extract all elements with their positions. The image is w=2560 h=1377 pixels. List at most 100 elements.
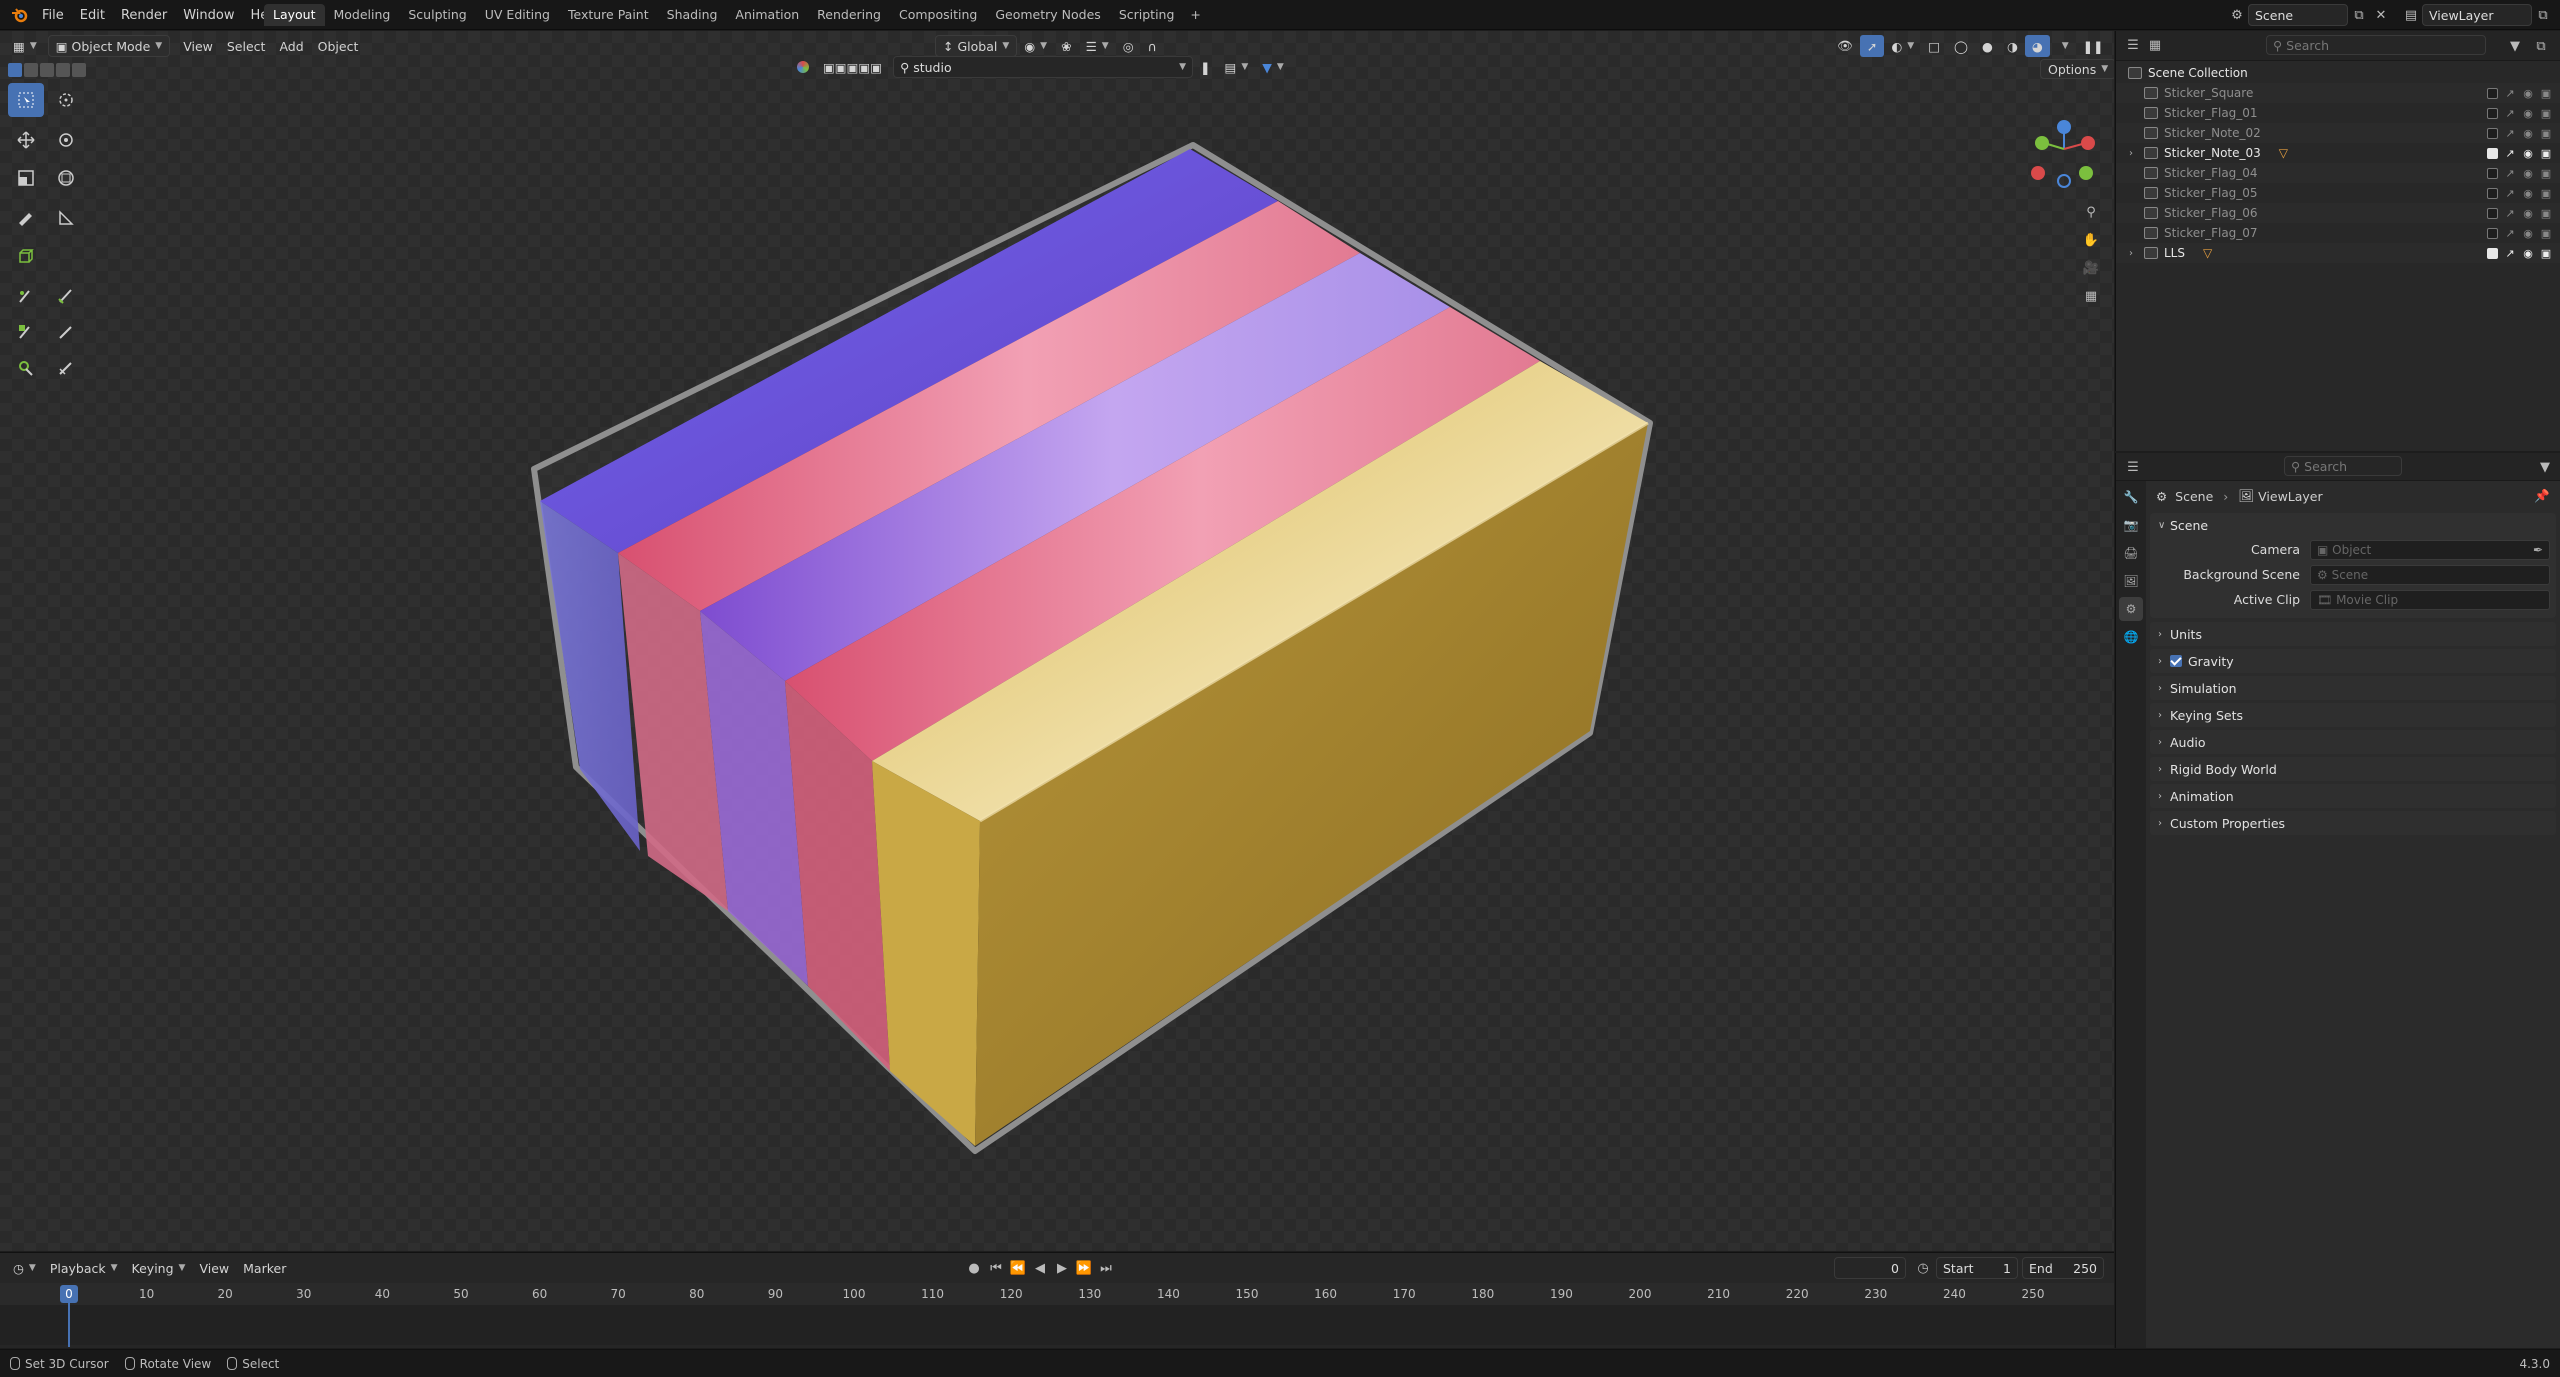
3d-viewport[interactable]: ▦ ▼ ▣ Object Mode ▼ View Select Add Object… [0,31,2114,1251]
tab-compositing[interactable]: Compositing [890,4,986,26]
menu-playback[interactable]: Playback ▼ [43,1257,125,1279]
clock-icon[interactable]: ◷ [1912,1257,1934,1279]
include-checkbox[interactable] [2487,207,2498,219]
tool-tab-icon[interactable]: 🔧 [2119,485,2143,509]
tab-animation[interactable]: Animation [726,4,808,26]
outliner-item[interactable]: › LLS ▽ ↗ ◉ ▣ [2116,243,2560,263]
expand-arrow-icon[interactable]: › [2124,248,2138,259]
include-checkbox[interactable] [2487,87,2498,99]
jump-end-icon[interactable]: ⏭ [1095,1257,1117,1279]
eye-icon[interactable]: ◉ [2522,127,2534,140]
menu-render[interactable]: Render [113,8,175,23]
zoom-icon[interactable]: ⚲ [2080,201,2102,223]
render-camera-icon[interactable]: ▣ [2540,227,2552,240]
render-camera-icon[interactable]: ▣ [2540,87,2552,100]
tab-modeling[interactable]: Modeling [325,4,400,26]
render-camera-icon[interactable]: ▣ [2540,247,2552,260]
axis-neg-x-icon[interactable] [2031,166,2045,180]
end-frame-field[interactable]: End 250 [2022,1257,2104,1279]
camera-view-icon[interactable]: 🎥 [2080,257,2102,279]
render-camera-icon[interactable]: ▣ [2540,127,2552,140]
menu-file[interactable]: File [34,8,72,23]
eye-icon[interactable]: ◉ [2522,227,2534,240]
scene-collection-row[interactable]: Scene Collection [2116,63,2560,83]
selectable-icon[interactable]: ↗ [2504,247,2516,260]
display-mode-icon[interactable]: ▦ [2144,35,2166,57]
outliner-item[interactable]: Sticker_Flag_05 ↗ ◉ ▣ [2116,183,2560,203]
selectable-icon[interactable]: ↗ [2504,227,2516,240]
render-camera-icon[interactable]: ▣ [2540,147,2552,160]
perspective-grid-icon[interactable]: ▦ [2080,285,2102,307]
axis-x-icon[interactable] [2081,136,2095,150]
selectable-icon[interactable]: ↗ [2504,187,2516,200]
eye-icon[interactable]: ◉ [2522,247,2534,260]
selectable-icon[interactable]: ↗ [2504,127,2516,140]
world-tab-icon[interactable]: 🌐 [2119,625,2143,649]
scene-name-field[interactable]: Scene [2248,4,2348,26]
custom-properties-subpanel[interactable]: › Custom Properties [2150,811,2556,835]
tab-sculpting[interactable]: Sculpting [399,4,475,26]
menu-window[interactable]: Window [175,8,242,23]
camera-field[interactable]: ▣ Object ✒ [2310,539,2550,560]
eye-icon[interactable]: ◉ [2522,147,2534,160]
play-icon[interactable]: ▶ [1051,1257,1073,1279]
output-tab-icon[interactable]: 🖨 [2119,541,2143,565]
active-clip-field[interactable]: 🎞 Movie Clip [2310,589,2550,610]
play-reverse-icon[interactable]: ◀ [1029,1257,1051,1279]
menu-keying[interactable]: Keying ▼ [125,1257,193,1279]
selectable-icon[interactable]: ↗ [2504,167,2516,180]
delete-scene-icon[interactable]: ✕ [2370,4,2392,26]
new-collection-icon[interactable]: ⧉ [2530,35,2552,57]
timeline-editor-icon[interactable]: ◷ ▼ [6,1257,43,1279]
jump-start-icon[interactable]: ⏮ [985,1257,1007,1279]
prev-keyframe-icon[interactable]: ⏪ [1007,1257,1029,1279]
keying-sets-subpanel[interactable]: › Keying Sets [2150,703,2556,727]
new-viewlayer-icon[interactable]: ⧉ [2532,4,2554,26]
blender-logo-icon[interactable] [10,5,30,25]
render-camera-icon[interactable]: ▣ [2540,187,2552,200]
tab-rendering[interactable]: Rendering [808,4,890,26]
start-frame-field[interactable]: Start 1 [1936,1257,2018,1279]
gravity-subpanel[interactable]: › Gravity [2150,649,2556,673]
render-camera-icon[interactable]: ▣ [2540,207,2552,220]
selectable-icon[interactable]: ↗ [2504,207,2516,220]
eye-icon[interactable]: ◉ [2522,87,2534,100]
include-checkbox[interactable] [2487,127,2498,139]
outliner-editor-icon[interactable]: ☰ [2122,35,2144,57]
expand-arrow-icon[interactable]: › [2124,148,2138,159]
tab-scripting[interactable]: Scripting [1110,4,1184,26]
outliner-search-field[interactable]: ⚲ Search [2266,35,2486,55]
outliner-item[interactable]: Sticker_Flag_04 ↗ ◉ ▣ [2116,163,2560,183]
frame-ruler[interactable]: 10 20 30 40 50 60 70 80 90 100 110 120 130 140 150 160 1… [0,1283,2114,1305]
viewlayer-name-field[interactable]: ViewLayer [2422,4,2532,26]
outliner-item[interactable]: Sticker_Flag_01 ↗ ◉ ▣ [2116,103,2560,123]
properties-options-icon[interactable]: ▼ [2534,456,2556,478]
pin-icon[interactable]: 📌 [2534,488,2550,504]
include-checkbox[interactable] [2487,147,2498,159]
next-keyframe-icon[interactable]: ⏩ [1073,1257,1095,1279]
selectable-icon[interactable]: ↗ [2504,87,2516,100]
tab-layout[interactable]: Layout [264,4,325,26]
axis-neg-y-icon[interactable] [2079,166,2093,180]
scene-panel-header[interactable]: ∨ Scene [2150,513,2556,537]
units-subpanel[interactable]: › Units [2150,622,2556,646]
tab-shading[interactable]: Shading [658,4,727,26]
eye-icon[interactable]: ◉ [2522,107,2534,120]
outliner-filter-icon[interactable]: ▼ [2504,35,2526,57]
view-layer-tab-icon[interactable]: 🖼 [2119,569,2143,593]
eye-icon[interactable]: ◉ [2522,187,2534,200]
properties-editor-icon[interactable]: ☰ [2122,456,2144,478]
properties-search-field[interactable]: ⚲ Search [2284,456,2402,476]
selectable-icon[interactable]: ↗ [2504,107,2516,120]
axis-y-icon[interactable] [2035,136,2049,150]
selectable-icon[interactable]: ↗ [2504,147,2516,160]
viewlayer-icon[interactable]: ▤ [2400,4,2422,26]
gravity-checkbox[interactable] [2170,655,2182,667]
include-checkbox[interactable] [2487,107,2498,119]
eyedropper-icon[interactable]: ✒ [2533,543,2543,557]
navigation-gizmo[interactable] [2020,91,2100,191]
new-scene-icon[interactable]: ⧉ [2348,4,2370,26]
animation-subpanel[interactable]: › Animation [2150,784,2556,808]
menu-edit[interactable]: Edit [72,8,113,23]
pan-hand-icon[interactable]: ✋ [2080,229,2102,251]
